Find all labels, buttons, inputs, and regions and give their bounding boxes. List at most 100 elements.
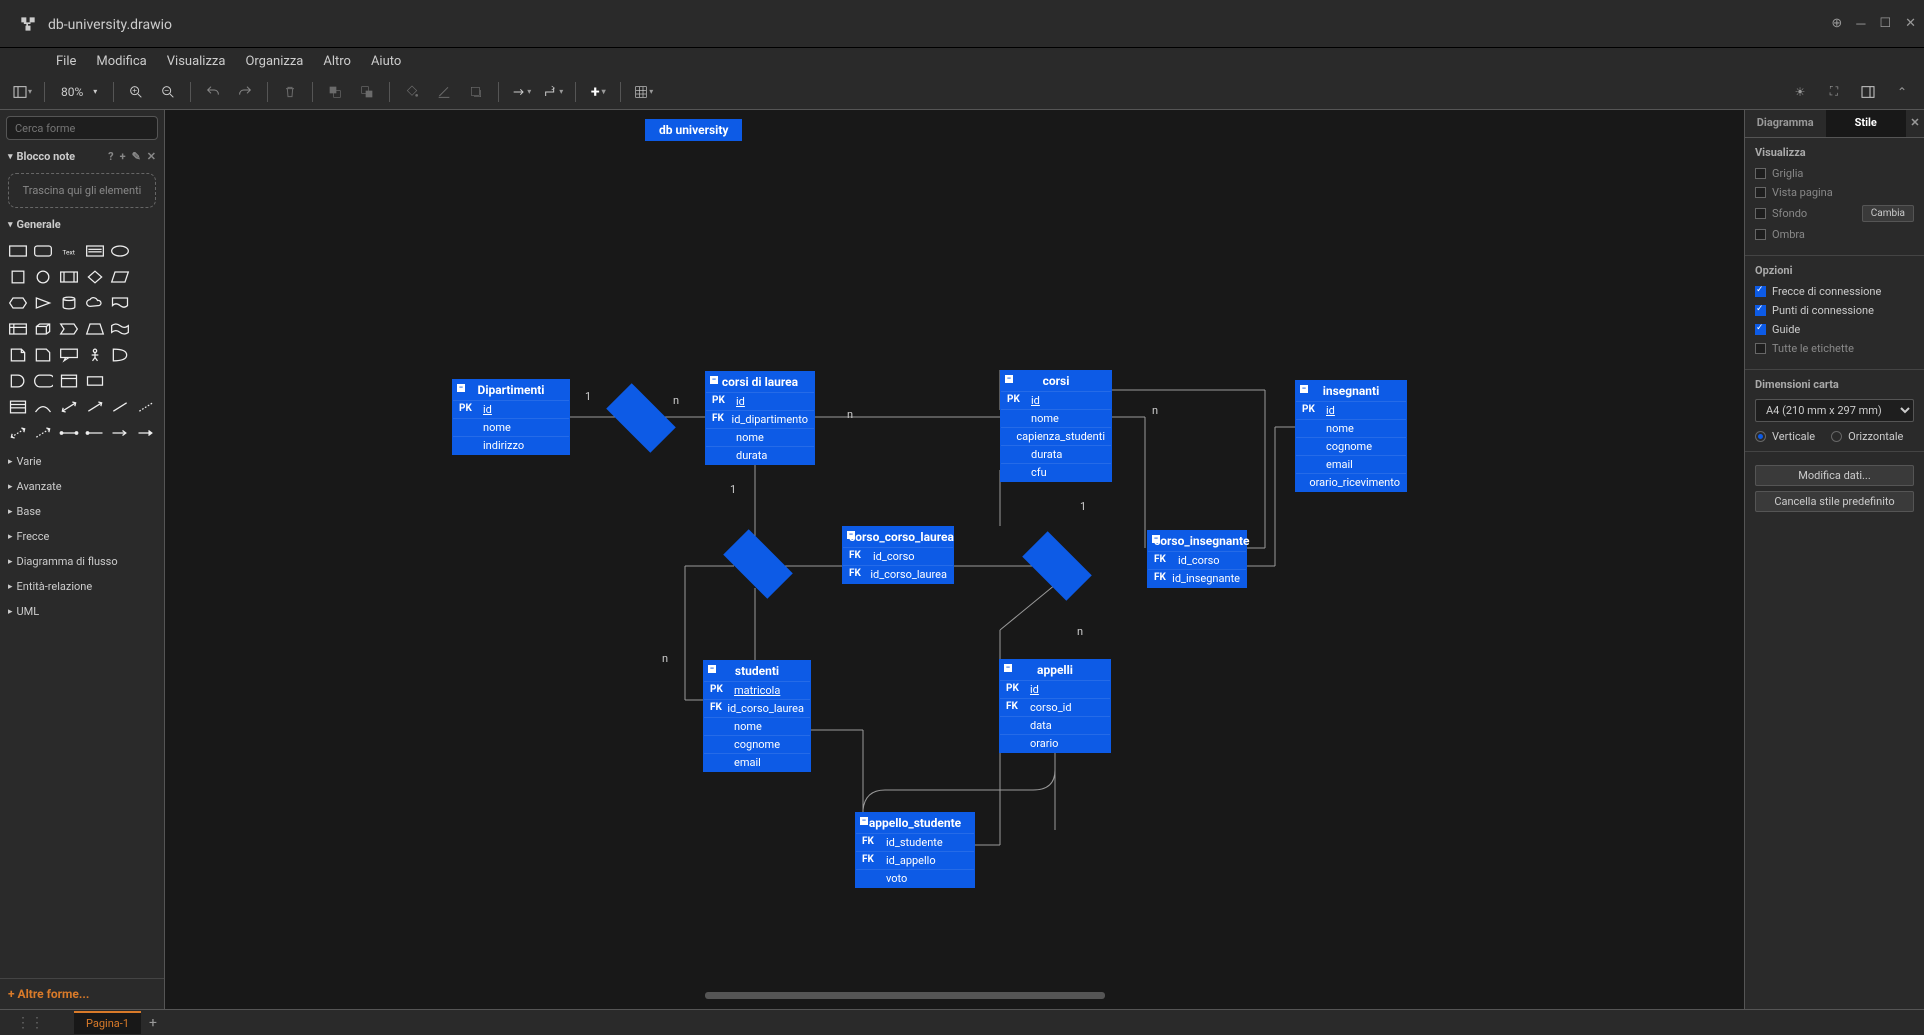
entity-corso-insegnante[interactable]: −corso_insegnante FKid_corso FKid_insegn… — [1147, 530, 1247, 588]
checkbox-background[interactable]: SfondoCambia — [1755, 205, 1914, 222]
shape-textbox[interactable] — [83, 239, 107, 263]
edit-data-button[interactable]: Modifica dati... — [1755, 465, 1914, 486]
entity-corso-corso-laurea[interactable]: −corso_corso_laurea FKid_corso FKid_cors… — [842, 526, 954, 584]
help-icon[interactable]: ? — [108, 150, 113, 163]
shape-diamond[interactable] — [83, 265, 107, 289]
minimize-icon[interactable]: ─ — [1856, 16, 1865, 32]
shape-cube[interactable] — [32, 317, 56, 341]
shape-blank3[interactable] — [134, 291, 158, 315]
line-color-icon[interactable] — [430, 78, 458, 106]
shape-cylinder[interactable] — [57, 291, 81, 315]
radio-landscape[interactable] — [1831, 431, 1842, 442]
category-frecce[interactable]: ▸Frecce — [0, 524, 164, 549]
shape-line[interactable] — [109, 395, 133, 419]
category-flusso[interactable]: ▸Diagramma di flusso — [0, 549, 164, 574]
checkbox-grid[interactable]: Griglia — [1755, 167, 1914, 180]
paper-size-select[interactable]: A4 (210 mm x 297 mm) — [1755, 399, 1914, 422]
menu-help[interactable]: Aiuto — [361, 51, 411, 72]
menu-edit[interactable]: Modifica — [86, 51, 156, 72]
shape-text[interactable]: Text — [57, 239, 81, 263]
tab-close-icon[interactable]: ✕ — [1906, 110, 1924, 137]
sidebar-toggle-icon[interactable]: ▾ — [8, 78, 36, 106]
shape-cloud[interactable] — [83, 291, 107, 315]
reset-style-button[interactable]: Cancella stile predefinito — [1755, 491, 1914, 512]
maximize-icon[interactable]: ☐ — [1879, 16, 1891, 31]
to-back-icon[interactable] — [353, 78, 381, 106]
entity-corsi[interactable]: −corsi PKid nome capienza_studenti durat… — [1000, 370, 1112, 482]
shape-container[interactable] — [57, 369, 81, 393]
search-shapes-input[interactable] — [6, 116, 158, 140]
change-bg-button[interactable]: Cambia — [1862, 205, 1914, 222]
shape-document[interactable] — [109, 291, 133, 315]
add-page-button[interactable]: + — [149, 1015, 157, 1031]
category-uml[interactable]: ▸UML — [0, 599, 164, 624]
shape-note[interactable] — [6, 343, 30, 367]
shape-blank4[interactable] — [134, 317, 158, 341]
zoom-control[interactable]: 80%▾ — [53, 85, 105, 99]
shape-data[interactable] — [32, 369, 56, 393]
close-scratch-icon[interactable]: ✕ — [147, 150, 156, 163]
zoom-in-icon[interactable] — [122, 78, 150, 106]
add-icon[interactable]: +▾ — [584, 78, 612, 106]
zoom-out-icon[interactable] — [154, 78, 182, 106]
tab-style[interactable]: Stile — [1826, 110, 1907, 137]
shape-ellipse[interactable] — [109, 239, 133, 263]
globe-icon[interactable]: ⊕ — [1831, 16, 1842, 31]
checkbox-conn-arrows[interactable]: Frecce di connessione — [1755, 285, 1914, 298]
checkbox-all-labels[interactable]: Tutte le etichette — [1755, 342, 1914, 355]
category-varie[interactable]: ▸Varie — [0, 449, 164, 474]
shape-blank6[interactable] — [109, 369, 133, 393]
shape-trapezoid[interactable] — [83, 317, 107, 341]
shape-rect[interactable] — [6, 239, 30, 263]
shape-roundrect[interactable] — [32, 239, 56, 263]
shape-dashed-arrow-bi[interactable] — [6, 421, 30, 445]
shape-blank2[interactable] — [134, 265, 158, 289]
relationship-diamond-2[interactable] — [723, 529, 793, 599]
entity-corsi-laurea[interactable]: −corsi di laurea PKid FKid_dipartimento … — [705, 371, 815, 465]
connection-icon[interactable]: ▾ — [507, 78, 535, 106]
category-er[interactable]: ▸Entità-relazione — [0, 574, 164, 599]
entity-dipartimenti[interactable]: −Dipartimenti PKid nome indirizzo — [452, 379, 570, 455]
entity-studenti[interactable]: −studenti PKmatricola FKid_corso_laurea … — [703, 660, 811, 772]
checkbox-shadow[interactable]: Ombra — [1755, 228, 1914, 241]
shape-curve[interactable] — [32, 395, 56, 419]
diagram-title-chip[interactable]: db university — [645, 119, 742, 141]
shape-dashed-arrow[interactable] — [32, 421, 56, 445]
more-shapes-button[interactable]: + Altre forme... — [0, 978, 164, 1009]
table-icon[interactable]: ▾ — [629, 78, 657, 106]
delete-icon[interactable] — [276, 78, 304, 106]
shape-step[interactable] — [57, 317, 81, 341]
shape-hexagon[interactable] — [6, 291, 30, 315]
add-scratch-icon[interactable]: + — [120, 150, 126, 163]
close-icon[interactable]: ✕ — [1905, 16, 1916, 31]
shape-and[interactable] — [6, 369, 30, 393]
shape-blank[interactable] — [134, 239, 158, 263]
shape-link1[interactable] — [57, 421, 81, 445]
shape-callout[interactable] — [57, 343, 81, 367]
shape-link2[interactable] — [83, 421, 107, 445]
shape-blank5[interactable] — [134, 343, 158, 367]
menu-file[interactable]: File — [46, 51, 86, 72]
undo-icon[interactable] — [199, 78, 227, 106]
collapse-icon[interactable]: ⌃ — [1888, 78, 1916, 106]
menu-extras[interactable]: Altro — [313, 51, 361, 72]
horizontal-scrollbar[interactable] — [705, 992, 1105, 999]
shape-link3[interactable] — [109, 421, 133, 445]
category-base[interactable]: ▸Base — [0, 499, 164, 524]
canvas[interactable]: db university −Dipartimenti PKid nome in… — [165, 110, 1744, 1009]
waypoint-icon[interactable]: ▾ — [539, 78, 567, 106]
entity-appelli[interactable]: −appelli PKid FKcorso_id data orario — [999, 659, 1111, 753]
shape-parallelogram[interactable] — [109, 265, 133, 289]
relationship-diamond-3[interactable] — [1022, 531, 1092, 601]
shape-internal[interactable] — [6, 317, 30, 341]
format-panel-icon[interactable] — [1854, 78, 1882, 106]
fill-color-icon[interactable] — [398, 78, 426, 106]
shape-dashed[interactable] — [134, 395, 158, 419]
shape-triangle[interactable] — [32, 291, 56, 315]
drag-handle-icon[interactable]: ⋮⋮ — [16, 1015, 44, 1031]
menu-arrange[interactable]: Organizza — [235, 51, 313, 72]
shape-list[interactable] — [6, 395, 30, 419]
entity-appello-studente[interactable]: −appello_studente FKid_studente FKid_app… — [855, 812, 975, 888]
shadow-icon[interactable] — [462, 78, 490, 106]
entity-insegnanti[interactable]: −insegnanti PKid nome cognome email orar… — [1295, 380, 1407, 492]
